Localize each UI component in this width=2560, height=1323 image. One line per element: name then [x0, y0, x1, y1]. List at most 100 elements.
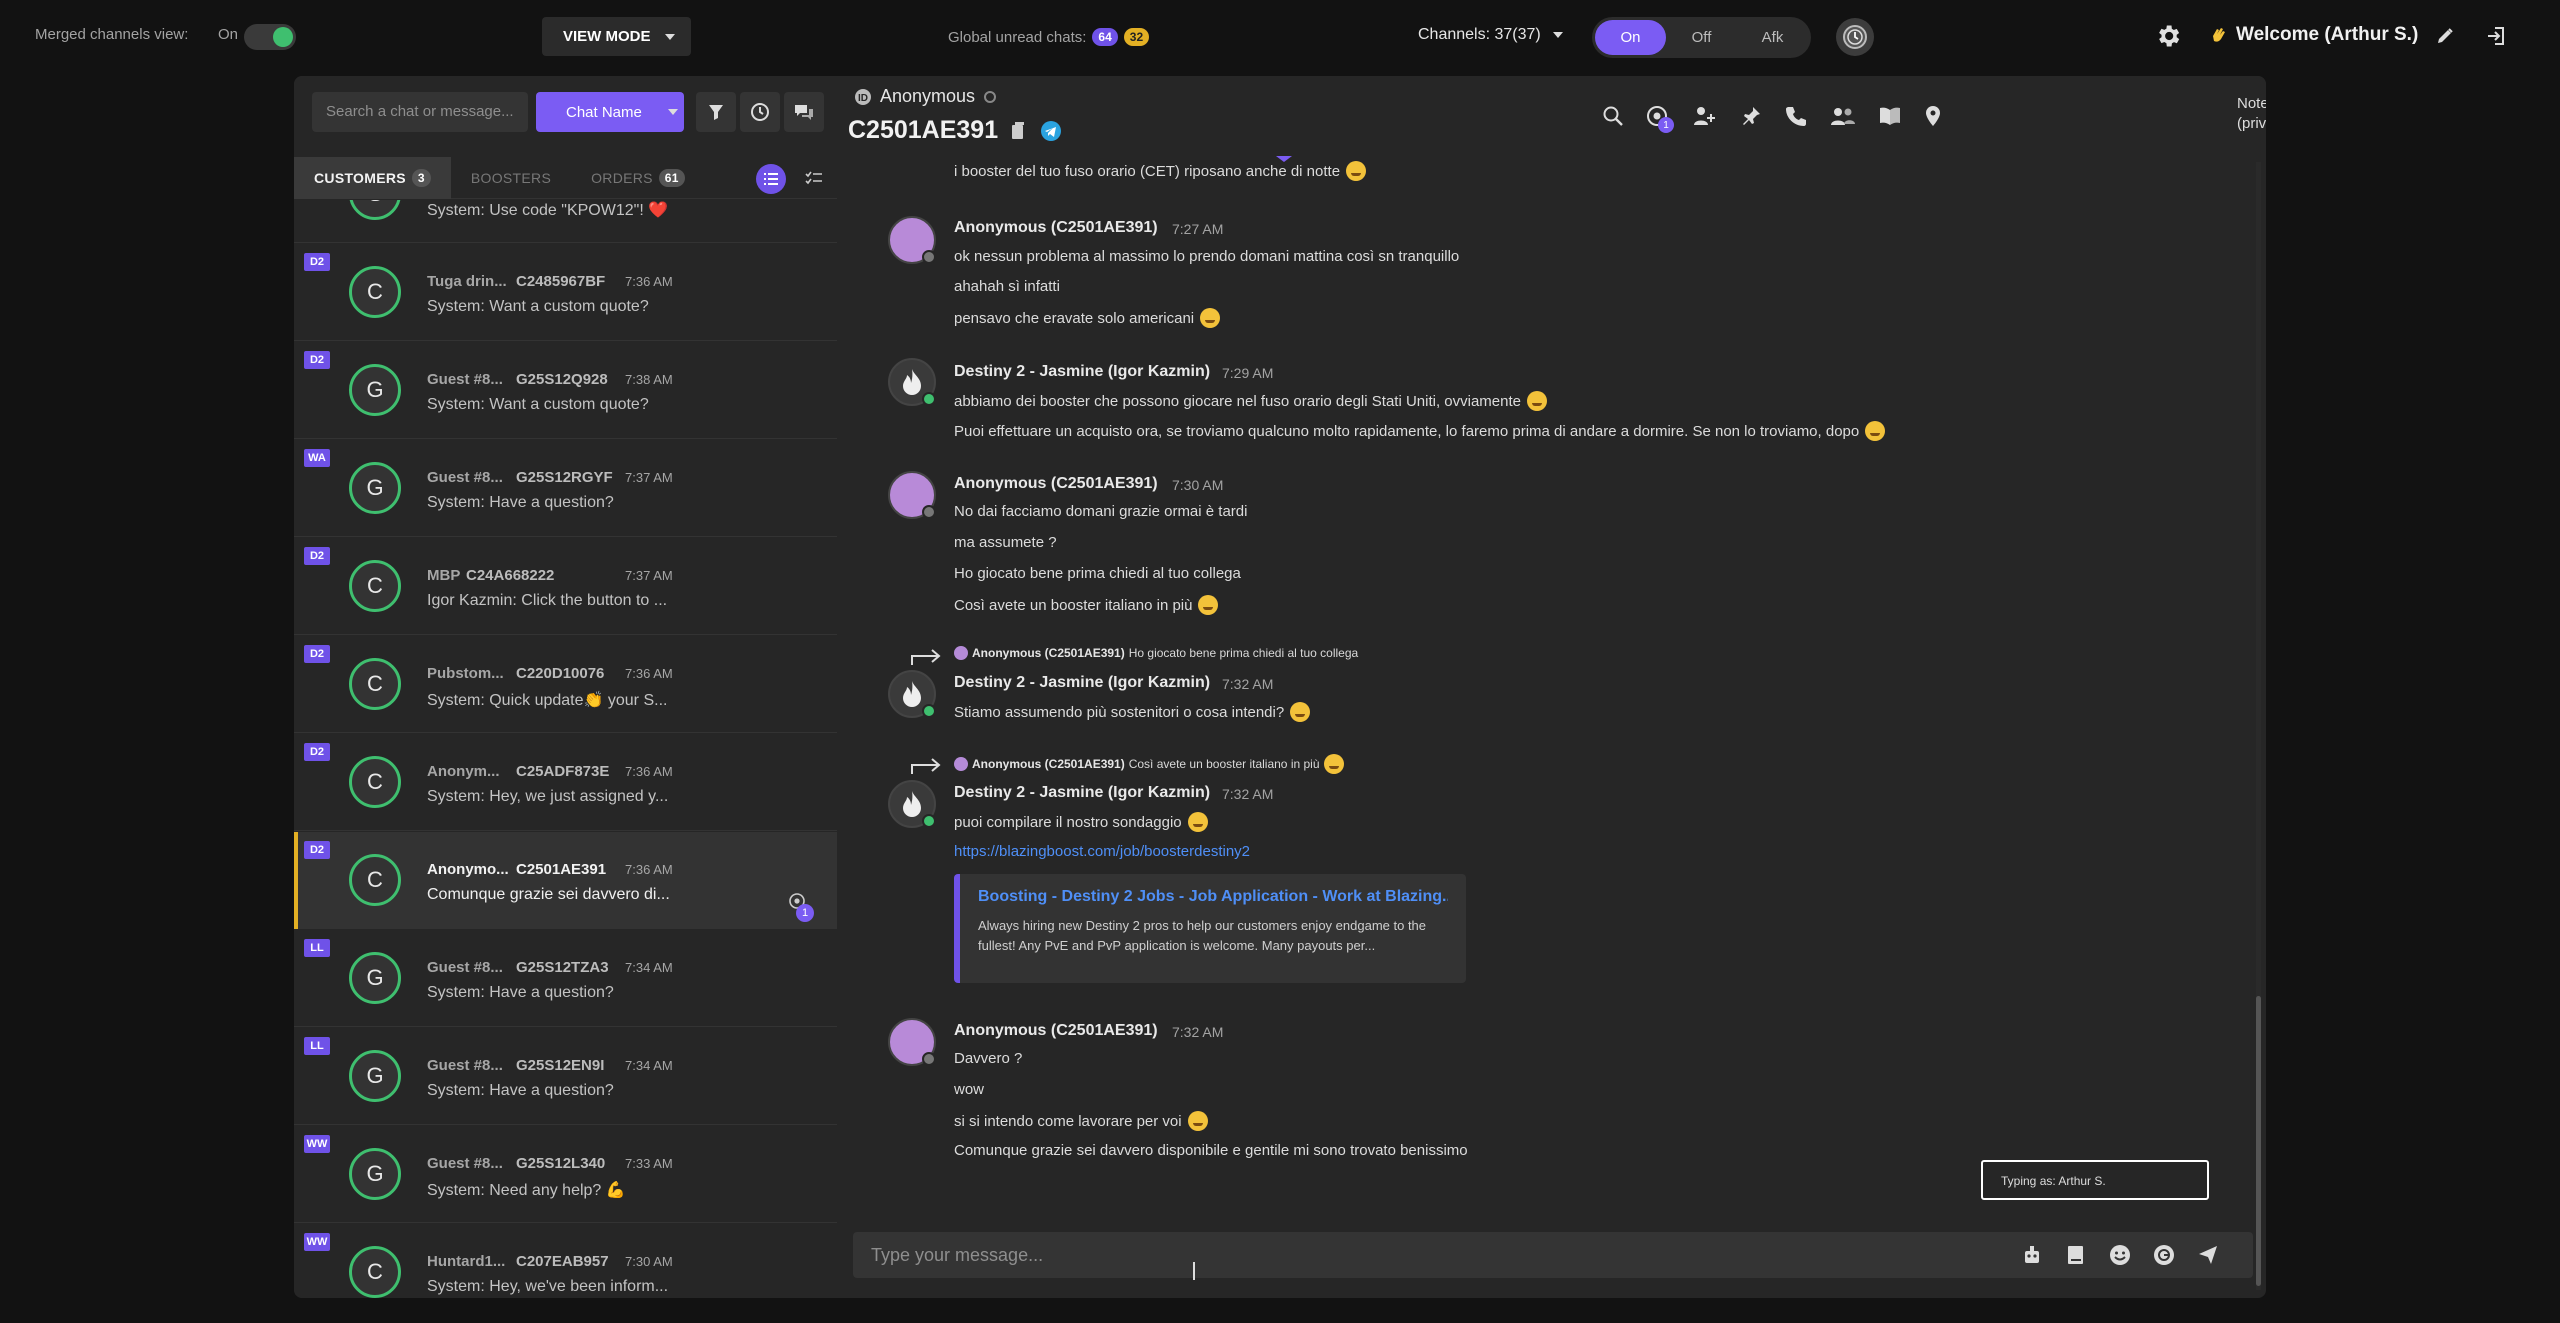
- message-text-content: Così avete un booster italiano in più: [954, 596, 1193, 614]
- chat-list-row[interactable]: LL G Guest #8... G25S12TZA3 7:34 AM System: H…: [294, 930, 837, 1027]
- channel-tag: D2: [304, 351, 330, 369]
- list-view-button[interactable]: [756, 164, 786, 194]
- avatar: [888, 216, 936, 264]
- merged-view-toggle[interactable]: [244, 24, 296, 50]
- status-dot: [922, 250, 936, 264]
- history-button[interactable]: [740, 92, 780, 132]
- message-text-content: Comunque grazie sei davvero disponibile …: [954, 1142, 1468, 1159]
- gear-icon[interactable]: [2154, 22, 2182, 50]
- view-mode-button[interactable]: VIEW MODE: [542, 17, 691, 56]
- message-input[interactable]: Type your message...: [871, 1245, 1043, 1266]
- avatar: C: [349, 266, 401, 318]
- svg-text:ID: ID: [858, 93, 868, 104]
- chat-list-row[interactable]: D2 C Anonymo... C2501AE391 7:36 AM Comunque g…: [294, 832, 837, 929]
- channels-label: Channels: 37(37): [1418, 26, 1541, 43]
- top-bar: Merged channels view: On VIEW MODE Globa…: [0, 0, 2560, 74]
- status-on-button[interactable]: On: [1595, 20, 1666, 55]
- book-icon[interactable]: [2065, 1244, 2087, 1266]
- message-link[interactable]: https://blazingboost.com/job/boosterdest…: [954, 843, 1250, 860]
- link-preview-title[interactable]: Boosting - Destiny 2 Jobs - Job Applicat…: [978, 888, 1448, 906]
- last-message-preview: System: Hey, we just assigned y...: [427, 788, 669, 805]
- reply-reference[interactable]: Anonymous (C2501AE391) Ho giocato bene pr…: [954, 646, 1358, 660]
- chat-name-dropdown[interactable]: Chat Name: [536, 92, 684, 132]
- tab-count-badge: 61: [658, 168, 685, 187]
- send-icon[interactable]: [2197, 1244, 2219, 1266]
- message-text-content: Ho giocato bene prima chiedi al tuo coll…: [954, 565, 1241, 582]
- message-author: Anonymous (C2501AE391): [954, 475, 1158, 492]
- pin-icon[interactable]: [1740, 105, 1762, 127]
- users-icon[interactable]: [1830, 105, 1856, 127]
- chat-list-row[interactable]: G System: Use code "KPOW12"! ❤️: [294, 200, 837, 243]
- link-preview-card[interactable]: Boosting - Destiny 2 Jobs - Job Applicat…: [954, 874, 1466, 983]
- chat-list-row[interactable]: WW G Guest #8... G25S12L340 7:33 AM System: N…: [294, 1126, 837, 1223]
- avatar: [888, 471, 936, 519]
- emoji-icon: [1865, 421, 1886, 441]
- flame-logo-icon: [903, 369, 921, 395]
- global-unread: Global unread chats: 64 32: [948, 28, 1150, 46]
- message-text: ma assumete ?: [954, 534, 1057, 551]
- reply-arrow-icon: [911, 649, 941, 665]
- pencil-icon[interactable]: [2434, 25, 2456, 47]
- quick-replies-button[interactable]: [784, 92, 824, 132]
- last-message-preview: System: Have a question?: [427, 494, 614, 511]
- message-text-content: abbiamo dei booster che possono giocare …: [954, 392, 1521, 410]
- tab-boosters[interactable]: BOOSTERS: [451, 157, 571, 199]
- tab-orders-label: ORDERS: [591, 169, 653, 186]
- chat-list-row[interactable]: LL G Guest #8... G25S12EN9I 7:34 AM System: H…: [294, 1028, 837, 1125]
- status-off-button[interactable]: Off: [1666, 20, 1737, 55]
- message-text: ok nessun problema al massimo lo prendo …: [954, 248, 1459, 265]
- checklist-icon: [805, 171, 822, 185]
- contact-id: G25S12RGYF: [516, 469, 613, 486]
- filter-icon: [709, 105, 723, 120]
- message-scrollbar[interactable]: [2256, 162, 2261, 1290]
- reply-arrow-icon: [911, 758, 941, 774]
- reply-reference[interactable]: Anonymous (C2501AE391) Così avete un boos…: [954, 754, 1344, 774]
- telegram-icon[interactable]: [1040, 120, 1062, 142]
- gif-icon[interactable]: [2153, 1244, 2175, 1266]
- search-input[interactable]: Search a chat or message...: [312, 92, 528, 132]
- chat-list-row[interactable]: D2 G Guest #8... G25S12Q928 7:38 AM System: W…: [294, 342, 837, 439]
- timer-button[interactable]: [1836, 18, 1874, 56]
- contact-name: Guest #8...: [427, 371, 503, 388]
- status-afk-button[interactable]: Afk: [1737, 20, 1808, 55]
- list-icon: [764, 173, 778, 185]
- logout-icon[interactable]: [2485, 24, 2509, 48]
- filter-button[interactable]: [696, 92, 736, 132]
- compact-view-button[interactable]: [799, 164, 829, 194]
- avatar: G: [349, 364, 401, 416]
- chat-list-row[interactable]: D2 C Anonym... C25ADF873E 7:36 AM System: Hey…: [294, 734, 837, 831]
- channel-tag: WW: [304, 1233, 330, 1251]
- robot-icon[interactable]: [2021, 1244, 2043, 1266]
- scrollbar-thumb[interactable]: [2256, 996, 2261, 1286]
- message-text-content: Davvero ?: [954, 1050, 1023, 1067]
- contact-name: Huntard1...: [427, 1253, 506, 1270]
- chat-list-row[interactable]: D2 C Tuga drin... C2485967BF 7:36 AM System: …: [294, 244, 837, 341]
- view-mode-label: VIEW MODE: [563, 28, 651, 45]
- active-indicator: [294, 832, 298, 929]
- chat-title: C2501AE391: [848, 116, 998, 145]
- chat-list-row[interactable]: WA G Guest #8... G25S12RGYF 7:37 AM System: H…: [294, 440, 837, 537]
- copy-icon[interactable]: [1010, 121, 1026, 141]
- tab-customers[interactable]: CUSTOMERS 3: [294, 156, 451, 199]
- search-icon[interactable]: [1602, 105, 1624, 127]
- message-text: Stiamo assumendo più sostenitori o cosa …: [954, 702, 1311, 722]
- tab-customers-label: CUSTOMERS: [314, 169, 406, 186]
- chat-list-row[interactable]: D2 C MBP C24A668222 7:37 AM Igor Kazmin: Clic…: [294, 538, 837, 635]
- message-composer[interactable]: Type your message...: [853, 1232, 2253, 1278]
- message-time: 7:32 AM: [1222, 786, 1274, 802]
- book-icon[interactable]: [1878, 105, 1902, 127]
- emoji-icon: [1198, 595, 1219, 615]
- watchers-button[interactable]: 1: [1646, 105, 1674, 133]
- assign-user-icon[interactable]: [1692, 105, 1718, 127]
- chat-list-row[interactable]: D2 C Pubstom... C220D10076 7:36 AM System: Qu…: [294, 636, 837, 733]
- offline-status-icon: [984, 90, 997, 103]
- last-message-time: 7:36 AM: [625, 764, 673, 779]
- tab-orders[interactable]: ORDERS 61: [571, 157, 705, 199]
- status-dot: [922, 392, 936, 406]
- location-pin-icon[interactable]: [1924, 105, 1942, 127]
- emoji-smile-icon[interactable]: [2109, 1244, 2131, 1266]
- channels-dropdown[interactable]: Channels: 37(37): [1418, 26, 1563, 44]
- phone-icon[interactable]: [1784, 104, 1808, 128]
- contact-id: G25S12TZA3: [516, 959, 609, 976]
- chat-list-row[interactable]: WW C Huntard1... C207EAB957 7:30 AM System: H…: [294, 1224, 837, 1298]
